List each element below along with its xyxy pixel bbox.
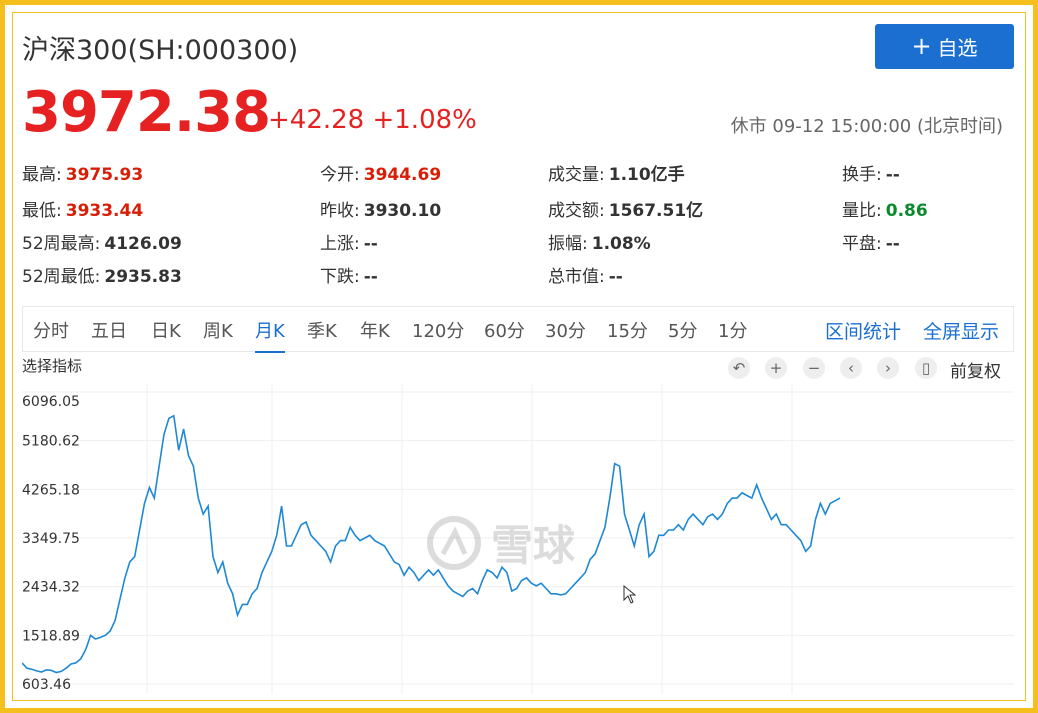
stat-volume-ratio: 量比: 0.86	[842, 196, 928, 221]
stat-label: 最低:	[22, 201, 62, 221]
index-title: 沪深300(SH:000300)	[22, 35, 299, 66]
tab-30min[interactable]: 30分	[545, 317, 586, 351]
tab-60min[interactable]: 60分	[484, 317, 525, 351]
stat-value: 3930.10	[363, 201, 442, 221]
tab-yearly[interactable]: 年K	[360, 317, 390, 351]
tab-5min[interactable]: 5分	[668, 317, 697, 351]
stat-52w-high: 52周最高: 4126.09	[22, 229, 182, 254]
tab-weekly[interactable]: 周K	[203, 317, 233, 351]
stat-label: 52周最低:	[22, 267, 101, 287]
mouse-cursor-icon	[623, 585, 637, 604]
zoom-in-icon[interactable]: +	[765, 357, 787, 379]
add-watchlist-button[interactable]: + 自选	[875, 24, 1014, 69]
tab-daily[interactable]: 日K	[151, 317, 181, 351]
stat-label: 52周最高:	[22, 234, 101, 254]
period-tabs: 分时 五日 日K 周K 月K 季K 年K 120分 60分 30分 15分 5分…	[22, 306, 1014, 353]
watermark-text: 雪球	[491, 521, 576, 570]
tab-1min[interactable]: 1分	[718, 317, 747, 351]
stat-value: --	[608, 267, 623, 287]
stat-value: --	[885, 234, 900, 254]
stat-amount: 成交额: 1567.51亿	[548, 196, 703, 221]
stat-up: 上涨: --	[320, 229, 378, 254]
range-stats-link[interactable]: 区间统计	[825, 317, 901, 344]
stat-label: 总市值:	[548, 267, 605, 287]
stat-52w-low: 52周最低: 2935.83	[22, 262, 182, 287]
y-tick-label: 4265.18	[22, 482, 80, 498]
change-percent: +1.08%	[372, 105, 477, 135]
stat-label: 上涨:	[320, 234, 360, 254]
stat-high: 最高: 3975.93	[22, 160, 143, 185]
y-tick-label: 603.46	[22, 677, 71, 693]
stat-label: 平盘:	[842, 234, 882, 254]
y-tick-label: 6096.05	[22, 394, 80, 410]
stat-value: 1.08%	[591, 234, 651, 254]
stat-prev-close: 昨收: 3930.10	[320, 196, 441, 221]
stat-label: 量比:	[842, 201, 882, 221]
tab-monthly[interactable]: 月K	[255, 317, 285, 353]
stat-value: --	[363, 234, 378, 254]
add-label: 自选	[937, 36, 978, 60]
stat-value: --	[363, 267, 378, 287]
current-price: 3972.38	[22, 80, 271, 145]
market-status: 休市 09-12 15:00:00 (北京时间)	[730, 116, 1003, 137]
zoom-out-icon[interactable]: −	[803, 357, 825, 379]
stat-low: 最低: 3933.44	[22, 196, 143, 221]
y-tick-label: 1518.89	[22, 628, 80, 644]
tab-120min[interactable]: 120分	[412, 317, 464, 351]
tab-minute[interactable]: 分时	[33, 317, 69, 351]
y-tick-label: 2434.32	[22, 580, 80, 596]
tab-quarterly[interactable]: 季K	[307, 317, 337, 351]
stat-value: 0.86	[885, 201, 928, 221]
xueqiu-watermark: 雪球	[425, 512, 575, 573]
tab-5day[interactable]: 五日	[91, 317, 127, 351]
stat-down: 下跌: --	[320, 262, 378, 287]
undo-icon[interactable]: ↶	[728, 357, 750, 379]
plus-icon: +	[911, 31, 932, 60]
stat-market-cap: 总市值: --	[548, 262, 623, 287]
stat-label: 振幅:	[548, 234, 588, 254]
y-tick-label: 3349.75	[22, 531, 80, 547]
y-tick-label: 5180.62	[22, 434, 80, 450]
stat-label: 最高:	[22, 165, 62, 185]
change-value: +42.28	[268, 105, 365, 135]
candlestick-icon[interactable]: ▯	[915, 357, 937, 379]
stat-value: 3975.93	[65, 165, 144, 185]
xueqiu-logo-icon	[427, 515, 481, 570]
tab-15min[interactable]: 15分	[607, 317, 648, 351]
stat-value: 1567.51亿	[608, 201, 704, 221]
y-axis-labels: 6096.05 5180.62 4265.18 3349.75 2434.32 1518.…	[22, 394, 80, 693]
stat-label: 成交量:	[548, 165, 605, 185]
stat-label: 换手:	[842, 165, 882, 185]
stat-volume: 成交量: 1.10亿手	[548, 160, 685, 185]
stat-value: 2935.83	[104, 267, 182, 287]
stat-label: 今开:	[320, 165, 360, 185]
stat-amplitude: 振幅: 1.08%	[548, 229, 651, 254]
stat-value: 1.10亿手	[608, 165, 685, 185]
stat-value: 4126.09	[104, 234, 182, 254]
next-icon[interactable]: ›	[877, 357, 899, 379]
stat-value: 3944.69	[363, 165, 442, 185]
stat-label: 下跌:	[320, 267, 360, 287]
stat-value: 3933.44	[65, 201, 144, 221]
price-change: +42.28 +1.08%	[268, 105, 477, 135]
stat-label: 昨收:	[320, 201, 360, 221]
fullscreen-link[interactable]: 全屏显示	[923, 317, 999, 344]
stat-turnover: 换手: --	[842, 160, 900, 185]
prev-icon[interactable]: ‹	[840, 357, 862, 379]
adjust-mode[interactable]: 前复权	[950, 357, 1001, 382]
stat-value: --	[885, 165, 900, 185]
stat-label: 成交额:	[548, 201, 605, 221]
stat-flat: 平盘: --	[842, 229, 900, 254]
stat-open: 今开: 3944.69	[320, 160, 441, 185]
select-indicator[interactable]: 选择指标	[22, 355, 82, 376]
